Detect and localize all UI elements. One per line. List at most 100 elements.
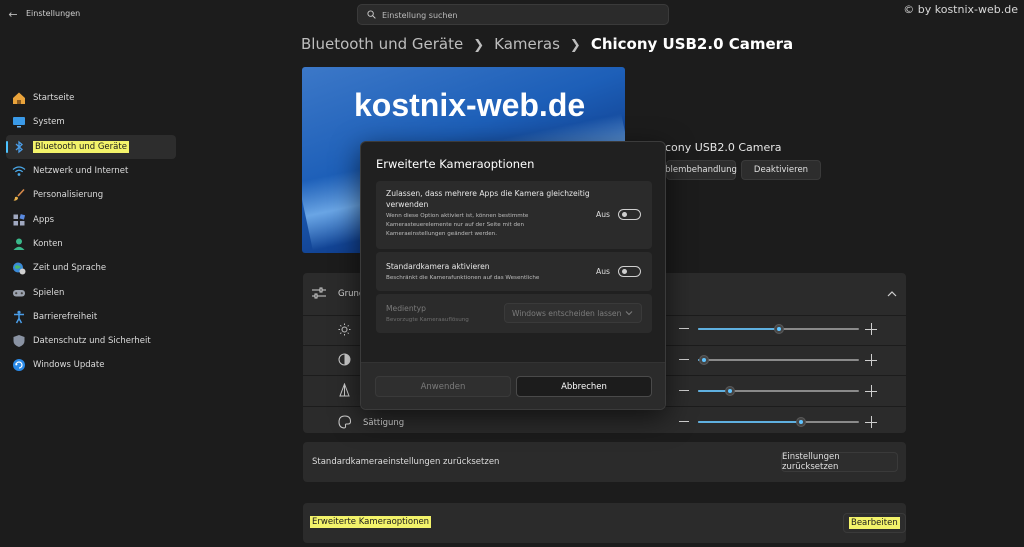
multi-app-desc-line2: Kamerasteuerelemente nur auf der Seite m… xyxy=(386,222,525,228)
sidebar-item-label: Startseite xyxy=(33,93,75,104)
slider-thumb[interactable] xyxy=(699,355,709,365)
sidebar-item-network[interactable]: Netzwerk und Internet xyxy=(6,159,176,183)
chevron-right-icon: ❯ xyxy=(569,38,581,53)
wifi-icon xyxy=(12,166,26,176)
default-camera-toggle[interactable] xyxy=(618,266,641,277)
deactivate-button[interactable]: Deaktivieren xyxy=(741,160,821,180)
sidebar-item-gaming[interactable]: Spielen xyxy=(6,280,176,304)
gamepad-icon xyxy=(13,289,25,297)
slider-track[interactable] xyxy=(698,417,859,427)
troubleshoot-button[interactable]: blembehandlung xyxy=(665,160,737,180)
back-arrow-icon[interactable]: ← xyxy=(6,8,20,22)
sharpness-slider[interactable] xyxy=(679,384,879,398)
brush-icon xyxy=(13,189,25,201)
person-icon xyxy=(13,238,25,250)
sidebar-item-accounts[interactable]: Konten xyxy=(6,232,176,256)
saturation-slider[interactable] xyxy=(679,415,879,429)
advanced-camera-options-dialog: Erweiterte Kameraoptionen Zulassen, dass… xyxy=(360,141,666,410)
sidebar-item-label: Apps xyxy=(33,214,55,225)
home-icon xyxy=(13,92,25,105)
sidebar-item-apps[interactable]: Apps xyxy=(6,207,176,231)
media-type-selected: Windows entscheiden lassen xyxy=(512,308,622,318)
update-icon xyxy=(13,359,25,372)
plus-icon[interactable] xyxy=(865,354,877,366)
slider-fill xyxy=(698,421,801,423)
cancel-button[interactable]: Abbrechen xyxy=(516,376,652,397)
sliders-settings-icon xyxy=(312,287,326,299)
sidebar-item-label: Zeit und Sprache xyxy=(33,263,107,274)
sidebar-item-bluetooth[interactable]: Bluetooth und Geräte xyxy=(6,134,176,159)
brightness-slider[interactable] xyxy=(679,322,879,336)
slider-fill xyxy=(698,328,779,330)
breadcrumb-item-cameras[interactable]: Kameras xyxy=(494,35,560,53)
media-type-desc: Bevorzugte Kameraauflösung xyxy=(386,317,469,323)
default-camera-state-label: Aus xyxy=(596,267,610,276)
search-input[interactable] xyxy=(382,8,662,22)
search-box[interactable] xyxy=(357,4,669,25)
sidebar-item-label: Datenschutz und Sicherheit xyxy=(33,336,151,347)
reset-settings-button[interactable]: Einstellungen zurücksetzen xyxy=(781,452,898,472)
slider-thumb[interactable] xyxy=(796,417,806,427)
media-type-option: Medientyp Bevorzugte Kameraauflösung Win… xyxy=(376,294,652,333)
shield-icon xyxy=(13,335,25,348)
sidebar-item-label: System xyxy=(33,117,65,128)
minus-icon[interactable] xyxy=(679,390,689,392)
reset-label: Standardkameraeinstellungen zurücksetzen xyxy=(312,457,500,467)
minus-icon[interactable] xyxy=(679,359,689,361)
slider-thumb[interactable] xyxy=(725,386,735,396)
slider-track[interactable] xyxy=(698,324,859,334)
slider-track[interactable] xyxy=(698,355,859,365)
edit-button-label: Bearbeiten xyxy=(849,517,900,529)
device-name: cony USB2.0 Camera xyxy=(665,141,782,154)
sharpness-icon xyxy=(339,383,350,397)
page-title: Chicony USB2.0 Camera xyxy=(590,35,794,53)
title-bar: ← Einstellungen © by kostnix-web.de xyxy=(0,0,1024,30)
saturation-icon xyxy=(338,415,352,429)
sidebar-item-label: Konten xyxy=(33,238,63,249)
slider-track[interactable] xyxy=(698,386,859,396)
preview-watermark-text: kostnix-web.de xyxy=(354,87,586,123)
sidebar-item-windows-update[interactable]: Windows Update xyxy=(6,353,176,377)
chevron-right-icon: ❯ xyxy=(473,38,485,53)
sidebar: Startseite System Bluetooth und Geräte N… xyxy=(6,86,176,378)
plus-icon[interactable] xyxy=(865,416,877,428)
multi-app-desc-line3: Kameraeinstellungen geändert werden. xyxy=(386,231,497,237)
multi-app-toggle[interactable] xyxy=(618,209,641,220)
sidebar-item-privacy[interactable]: Datenschutz und Sicherheit xyxy=(6,329,176,353)
dialog-footer: Anwenden Abbrechen xyxy=(361,362,665,409)
minus-icon[interactable] xyxy=(679,421,689,423)
breadcrumb-item-bluetooth[interactable]: Bluetooth und Geräte xyxy=(301,35,463,53)
contrast-icon xyxy=(338,353,351,366)
bluetooth-icon xyxy=(15,140,23,154)
sidebar-item-home[interactable]: Startseite xyxy=(6,86,176,110)
sidebar-item-label: Barrierefreiheit xyxy=(33,311,98,322)
plus-icon[interactable] xyxy=(865,385,877,397)
search-icon xyxy=(367,10,376,19)
default-camera-title: Standardkamera aktivieren xyxy=(386,262,490,271)
apply-button[interactable]: Anwenden xyxy=(375,376,511,397)
sidebar-item-time-language[interactable]: Zeit und Sprache xyxy=(6,256,176,280)
saturation-label: Sättigung xyxy=(363,418,405,428)
sidebar-item-system[interactable]: System xyxy=(6,110,176,134)
chevron-up-icon[interactable] xyxy=(887,290,897,297)
multi-app-state-label: Aus xyxy=(596,210,610,219)
advanced-options-label: Erweiterte Kameraoptionen xyxy=(310,516,432,528)
sidebar-item-label: Netzwerk und Internet xyxy=(33,166,129,177)
breadcrumb: Bluetooth und Geräte ❯ Kameras ❯ Chicony USB… xyxy=(301,35,793,53)
media-type-select[interactable]: Windows entscheiden lassen xyxy=(504,303,642,323)
contrast-slider[interactable] xyxy=(679,353,879,367)
sidebar-item-personalization[interactable]: Personalisierung xyxy=(6,183,176,207)
media-type-title: Medientyp xyxy=(386,304,426,313)
advanced-options-label-text: Erweiterte Kameraoptionen xyxy=(310,516,432,528)
edit-button[interactable]: Bearbeiten xyxy=(843,513,906,533)
multi-app-title-line2: verwenden xyxy=(386,200,429,209)
plus-icon[interactable] xyxy=(865,323,877,335)
minus-icon[interactable] xyxy=(679,328,689,330)
sidebar-item-accessibility[interactable]: Barrierefreiheit xyxy=(6,305,176,329)
accessibility-icon xyxy=(14,310,24,324)
sidebar-item-label: Windows Update xyxy=(33,360,105,371)
app-title: Einstellungen xyxy=(26,9,81,18)
sidebar-item-label: Bluetooth und Geräte xyxy=(33,140,129,153)
chevron-down-icon xyxy=(625,311,633,316)
slider-thumb[interactable] xyxy=(774,324,784,334)
